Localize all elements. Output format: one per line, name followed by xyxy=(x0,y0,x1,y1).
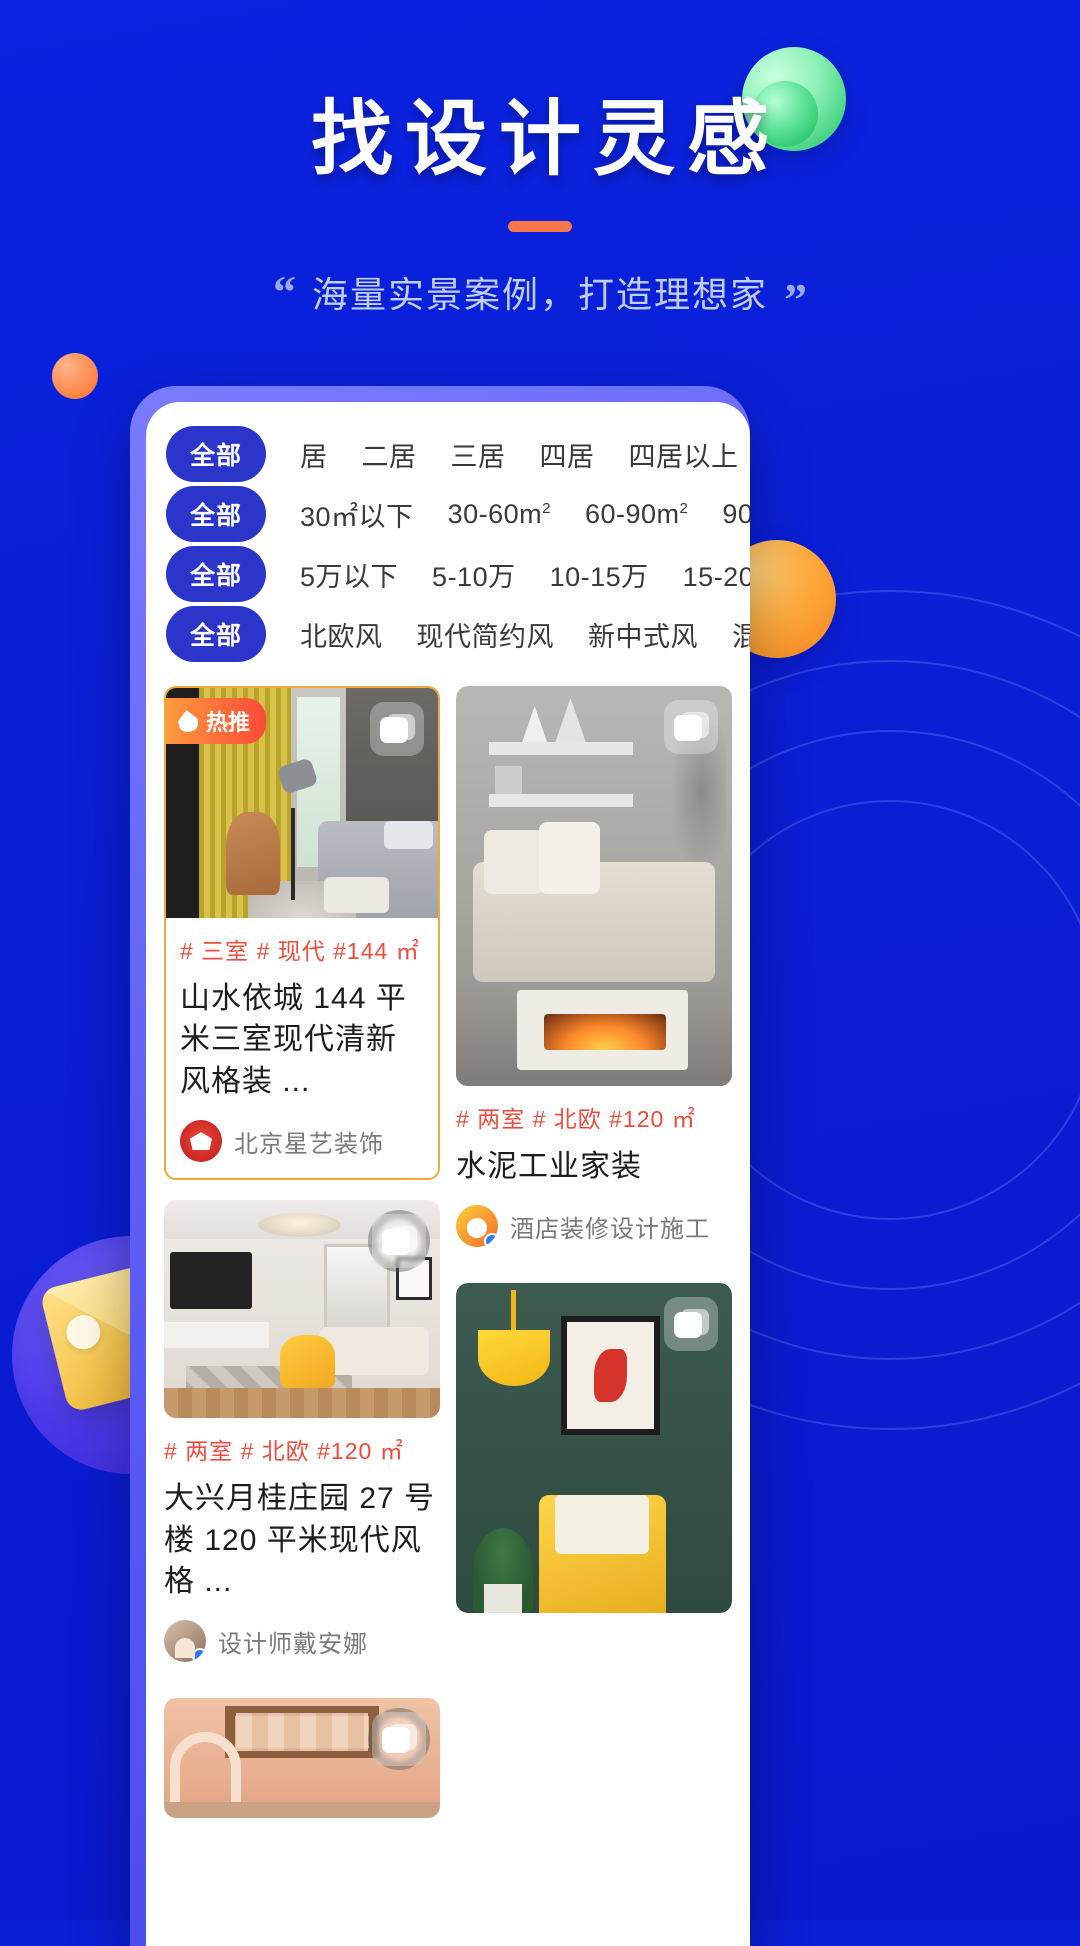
filter-item-style-4[interactable]: 混搭风 xyxy=(732,615,750,654)
filter-item-room-4[interactable]: 四居 xyxy=(540,435,595,474)
case-title[interactable]: 水泥工业家装 xyxy=(456,1146,732,1187)
case-card[interactable] xyxy=(164,1698,440,1819)
filter-row-room-count: 全部 居 二居 三居 四居 四居以上 别 xyxy=(146,424,750,484)
case-card[interactable] xyxy=(456,1283,732,1614)
case-title[interactable]: 山水依城 144 平米三室现代清新风格装 ... xyxy=(180,978,424,1102)
case-card-body: # 两室 # 北欧 #120 ㎡ 大兴月桂庄园 27 号楼 120 平米现代风格… xyxy=(164,1418,440,1678)
filter-item-style-2[interactable]: 现代简约风 xyxy=(417,615,555,654)
hero-section: 找设计灵感 “ 海量实景案例，打造理想家 ” xyxy=(0,0,1080,326)
case-thumbnail[interactable] xyxy=(164,1698,440,1819)
phone-mockup: 全部 居 二居 三居 四居 四居以上 别 全部 30㎡以下 30-60m2 60… xyxy=(130,386,750,1946)
feed-column-right: # 两室 # 北欧 #120 ㎡ 水泥工业家装 酒店装修设计施工 xyxy=(456,686,732,1818)
filter-row-style: 全部 北欧风 现代简约风 新中式风 混搭风 xyxy=(146,604,750,664)
filter-item-room-2[interactable]: 二居 xyxy=(362,435,417,474)
case-thumbnail[interactable] xyxy=(164,1200,440,1419)
filter-item-budget-1[interactable]: 5万以下 xyxy=(300,555,398,594)
company-logo-icon xyxy=(456,1205,498,1248)
filter-item-area-1[interactable]: 30㎡以下 xyxy=(300,495,414,534)
flame-icon xyxy=(177,709,200,734)
filter-item-budget-3[interactable]: 10-15万 xyxy=(550,555,649,594)
filter-all-budget[interactable]: 全部 xyxy=(166,546,267,602)
case-card[interactable]: 热推 # 三室 # 现代 #144 ㎡ 山水依城 144 平米三室现代清新风格装… xyxy=(164,686,440,1181)
case-card[interactable]: # 两室 # 北欧 #120 ㎡ 水泥工业家装 酒店装修设计施工 xyxy=(456,686,732,1264)
case-card-body: # 三室 # 现代 #144 ㎡ 山水依城 144 平米三室现代清新风格装 ..… xyxy=(166,918,438,1178)
case-author-name: 酒店装修设计施工 xyxy=(510,1215,710,1243)
company-logo-icon xyxy=(180,1120,222,1163)
case-tags: # 三室 # 现代 #144 ㎡ xyxy=(180,938,420,964)
filter-item-area-3[interactable]: 60-90m2 xyxy=(585,499,688,530)
case-author-name: 北京星艺装饰 xyxy=(234,1130,384,1158)
hot-badge: 热推 xyxy=(166,698,267,744)
filter-item-style-3[interactable]: 新中式风 xyxy=(588,615,698,654)
case-thumbnail[interactable] xyxy=(456,1283,732,1614)
filter-item-room-1[interactable]: 居 xyxy=(300,435,328,474)
vr-panorama-icon[interactable] xyxy=(372,1712,426,1767)
vr-panorama-icon[interactable] xyxy=(664,700,718,754)
filter-item-area-2[interactable]: 30-60m2 xyxy=(448,499,551,530)
filter-all-style[interactable]: 全部 xyxy=(166,606,267,662)
hot-badge-label: 热推 xyxy=(206,710,251,735)
case-tags: # 两室 # 北欧 #120 ㎡ xyxy=(456,1106,696,1132)
case-card-body: # 两室 # 北欧 #120 ㎡ 水泥工业家装 酒店装修设计施工 xyxy=(456,1086,732,1263)
filter-bar: 全部 居 二居 三居 四居 四居以上 别 全部 30㎡以下 30-60m2 60… xyxy=(146,402,750,676)
vr-panorama-icon[interactable] xyxy=(664,1297,718,1352)
filter-item-area-4[interactable]: 90-12 xyxy=(722,499,750,530)
orange-dot-decoration xyxy=(52,353,98,399)
quote-close-icon: ” xyxy=(784,274,807,326)
vr-panorama-icon[interactable] xyxy=(372,1214,426,1269)
designer-avatar-icon xyxy=(164,1620,206,1663)
filter-item-room-5[interactable]: 四居以上 xyxy=(629,435,739,474)
vr-panorama-icon[interactable] xyxy=(370,702,424,756)
filter-item-style-1[interactable]: 北欧风 xyxy=(300,615,383,654)
page-subtitle: 海量实景案例，打造理想家 xyxy=(311,273,768,315)
case-title[interactable]: 大兴月桂庄园 27 号楼 120 平米现代风格 ... xyxy=(164,1478,440,1602)
feed-column-left: 热推 # 三室 # 现代 #144 ㎡ 山水依城 144 平米三室现代清新风格装… xyxy=(164,686,440,1819)
case-author-name: 设计师戴安娜 xyxy=(218,1630,368,1658)
phone-screen: 全部 居 二居 三居 四居 四居以上 别 全部 30㎡以下 30-60m2 60… xyxy=(146,402,750,1946)
case-tags: # 两室 # 北欧 #120 ㎡ xyxy=(164,1438,404,1465)
case-author[interactable]: 设计师戴安娜 xyxy=(164,1620,440,1663)
quote-open-icon: “ xyxy=(272,265,296,317)
filter-item-budget-2[interactable]: 5-10万 xyxy=(432,555,516,594)
filter-item-budget-4[interactable]: 15-20万 xyxy=(683,555,750,594)
verified-badge-icon xyxy=(484,1233,498,1248)
case-card[interactable]: # 两室 # 北欧 #120 ㎡ 大兴月桂庄园 27 号楼 120 平米现代风格… xyxy=(164,1200,440,1679)
filter-item-room-3[interactable]: 三居 xyxy=(451,435,506,474)
area-superscript: 2 xyxy=(542,499,551,517)
filter-row-area: 全部 30㎡以下 30-60m2 60-90m2 90-12 xyxy=(146,484,750,544)
case-thumbnail[interactable] xyxy=(456,686,732,1086)
case-author[interactable]: 北京星艺装饰 xyxy=(180,1120,424,1163)
title-underline xyxy=(508,220,572,232)
filter-all-room-count[interactable]: 全部 xyxy=(166,426,267,482)
filter-row-budget: 全部 5万以下 5-10万 10-15万 15-20万 xyxy=(146,544,750,604)
area-superscript: 2 xyxy=(679,499,689,517)
case-thumbnail[interactable]: 热推 xyxy=(166,688,438,918)
page-title: 找设计灵感 xyxy=(310,94,781,185)
verified-badge-icon xyxy=(192,1648,206,1663)
case-feed: 热推 # 三室 # 现代 #144 ㎡ 山水依城 144 平米三室现代清新风格装… xyxy=(146,676,750,1819)
subtitle-row: “ 海量实景案例，打造理想家 ” xyxy=(0,265,1080,326)
filter-all-area[interactable]: 全部 xyxy=(166,486,267,542)
case-author[interactable]: 酒店装修设计施工 xyxy=(456,1205,732,1248)
envelope-dot-icon xyxy=(62,1311,105,1353)
